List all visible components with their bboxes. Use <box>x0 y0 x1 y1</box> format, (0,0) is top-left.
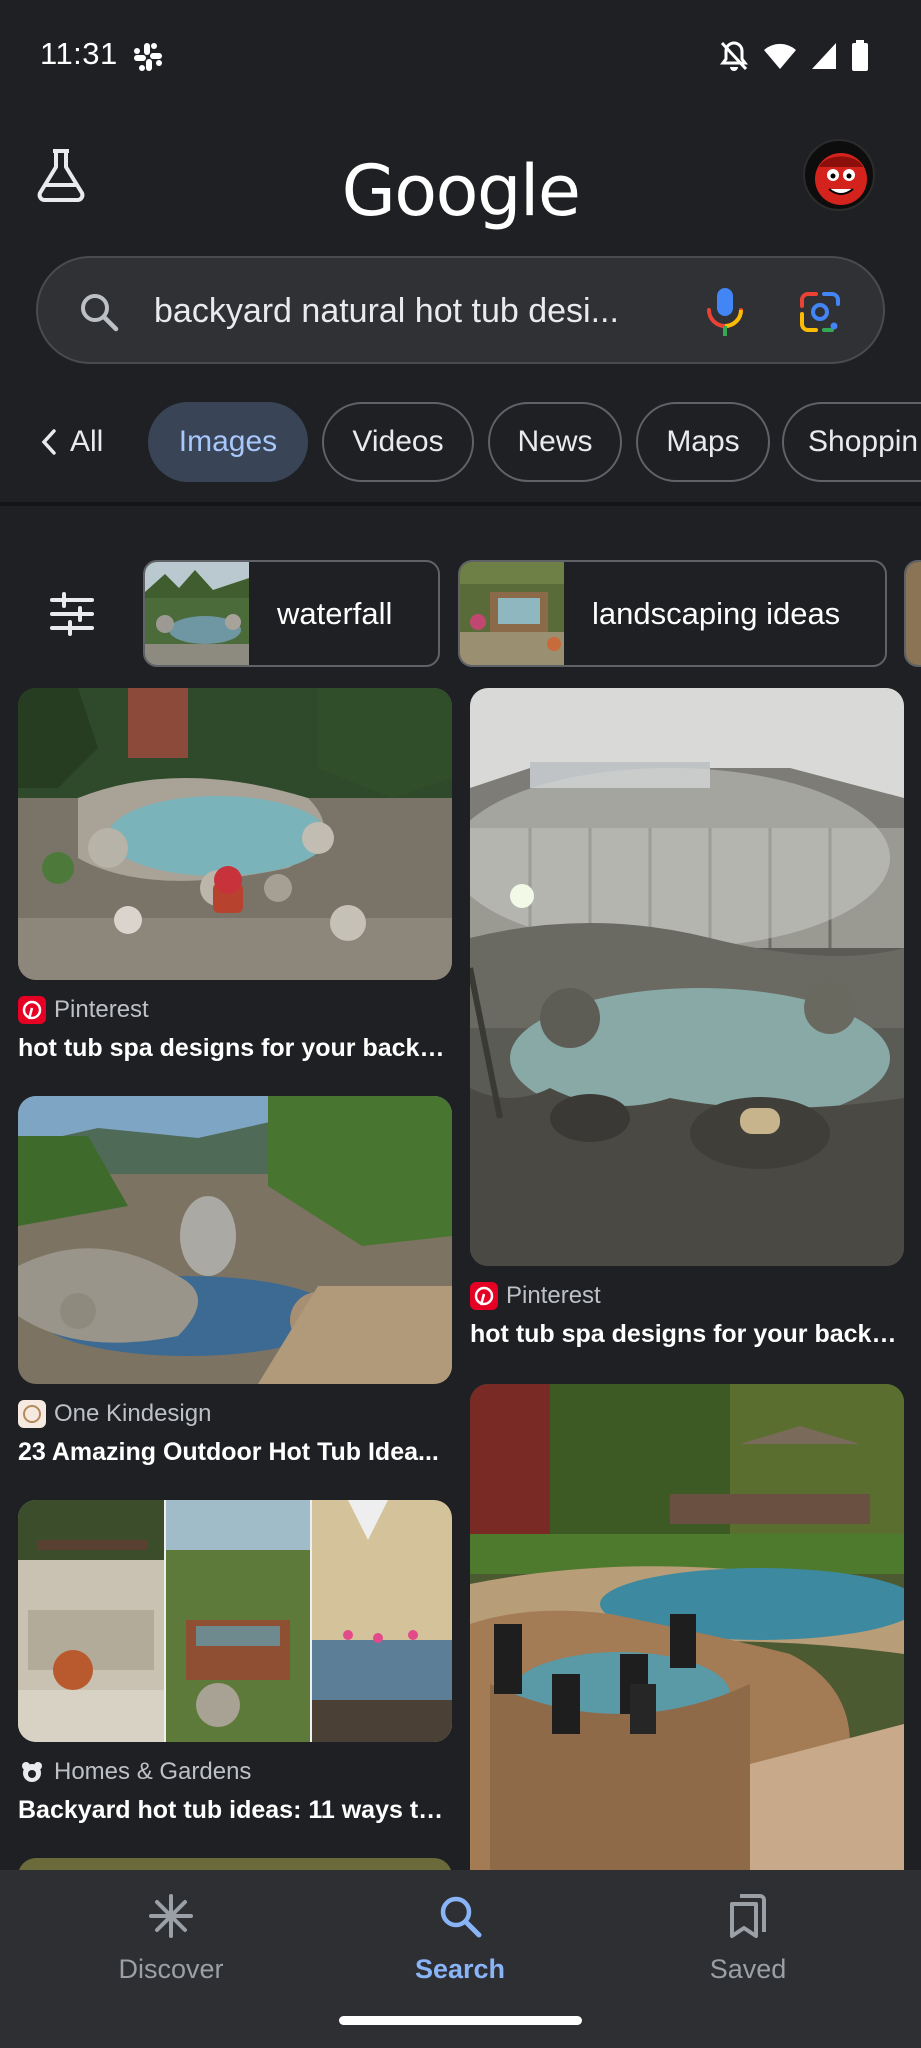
source-name: Pinterest <box>506 1282 601 1309</box>
nav-search[interactable]: Search <box>350 1892 570 1985</box>
tab-maps[interactable]: Maps <box>636 402 770 482</box>
lens-icon[interactable] <box>796 288 844 336</box>
tab-shopping[interactable]: Shoppin <box>782 402 921 482</box>
cellular-signal-icon <box>811 42 837 70</box>
tab-all-back[interactable]: All <box>40 402 103 482</box>
battery-icon <box>851 40 869 72</box>
nav-saved-label: Saved <box>709 1954 787 1984</box>
search-bar[interactable]: backyard natural hot tub desi... <box>36 256 885 364</box>
chip-partial[interactable] <box>904 560 921 667</box>
chip-waterfall[interactable]: waterfall <box>143 560 440 667</box>
search-input[interactable]: backyard natural hot tub desi... <box>154 292 694 331</box>
status-icons <box>719 40 869 72</box>
chip-thumbnail <box>906 562 921 665</box>
result-image[interactable] <box>470 1384 904 1870</box>
tab-images[interactable]: Images <box>148 402 308 482</box>
tab-news[interactable]: News <box>488 402 622 482</box>
chip-label: landscaping ideas <box>592 595 841 631</box>
result-title[interactable]: 23 Amazing Outdoor Hot Tub Idea... <box>18 1438 448 1467</box>
search-icon[interactable] <box>78 291 120 333</box>
nav-search-label: Search <box>414 1954 506 1984</box>
result-image[interactable] <box>470 688 904 1266</box>
result-source[interactable]: Homes & Gardens <box>18 1758 251 1786</box>
chip-thumbnail <box>145 562 249 665</box>
result-title[interactable]: hot tub spa designs for your backy... <box>470 1320 900 1349</box>
status-time: 11:31 <box>40 36 118 71</box>
homes-gardens-icon <box>18 1758 46 1786</box>
chip-label: waterfall <box>277 595 393 631</box>
result-source[interactable]: Pinterest <box>18 996 149 1024</box>
do-not-disturb-icon <box>719 40 749 72</box>
slack-icon <box>133 42 163 72</box>
result-image[interactable] <box>18 1096 452 1384</box>
saved-bookmarks-icon <box>730 1894 766 1938</box>
chip-thumbnail <box>460 562 564 665</box>
result-image[interactable] <box>18 688 452 980</box>
wifi-icon <box>763 42 797 70</box>
account-avatar[interactable] <box>803 139 875 211</box>
result-source[interactable]: One Kindesign <box>18 1400 211 1428</box>
google-logo: Google <box>341 150 581 232</box>
nav-discover[interactable]: Discover <box>61 1892 281 1985</box>
google-image-search-page: 11:31 Google backyard natural hot tub de… <box>0 0 921 2048</box>
result-title[interactable]: hot tub spa designs for your backy... <box>18 1034 448 1063</box>
chip-landscaping-ideas[interactable]: landscaping ideas <box>458 560 887 667</box>
result-source[interactable]: Pinterest <box>470 1282 601 1310</box>
search-tabs: All Images Videos News Maps Shoppin <box>0 402 921 482</box>
result-image[interactable] <box>18 1500 452 1742</box>
home-indicator[interactable] <box>339 2016 582 2025</box>
source-name: One Kindesign <box>54 1400 212 1427</box>
source-name: Pinterest <box>54 996 149 1023</box>
tabs-divider <box>0 502 921 506</box>
nav-saved[interactable]: Saved <box>638 1892 858 1985</box>
status-bar: 11:31 <box>0 0 921 115</box>
chevron-left-icon <box>41 429 56 455</box>
pinterest-icon <box>18 996 46 1024</box>
pinterest-icon <box>470 1282 498 1310</box>
search-icon <box>440 1896 482 1938</box>
tune-filter-icon[interactable] <box>48 590 96 638</box>
nav-discover-label: Discover <box>118 1954 224 1984</box>
result-title[interactable]: Backyard hot tub ideas: 11 ways to... <box>18 1796 448 1825</box>
tab-videos[interactable]: Videos <box>322 402 474 482</box>
mic-icon[interactable] <box>700 284 750 340</box>
tab-all-label: All <box>70 425 104 458</box>
source-name: Homes & Gardens <box>54 1758 252 1785</box>
discover-asterisk-icon <box>149 1894 193 1938</box>
one-kindesign-icon <box>18 1400 46 1428</box>
